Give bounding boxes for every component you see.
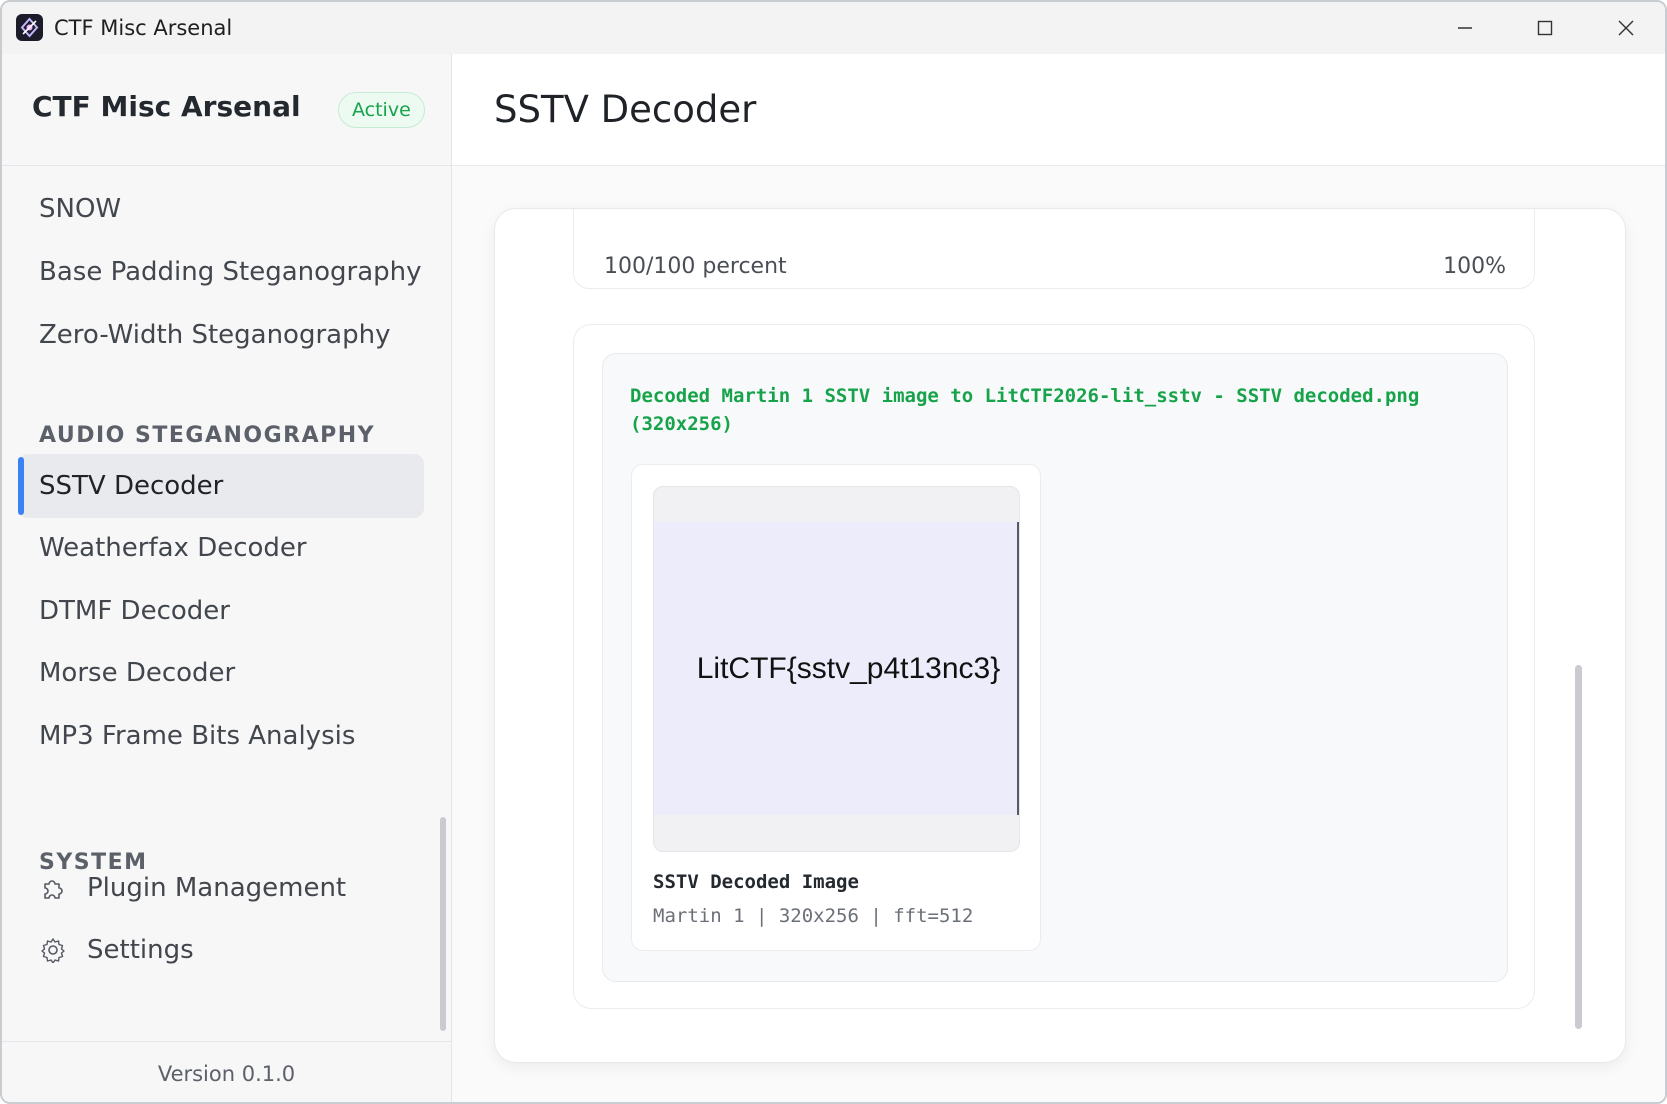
sidebar-item-mp3-frame-bits[interactable]: MP3 Frame Bits Analysis (18, 704, 424, 768)
sidebar-item-label: Plugin Management (87, 873, 347, 903)
sidebar-item-dtmf-decoder[interactable]: DTMF Decoder (18, 579, 424, 643)
decoded-flag-text: LitCTF{sstv_p4t13nc3} (696, 651, 1001, 685)
sidebar-item-sstv-decoder[interactable]: SSTV Decoder (18, 454, 424, 518)
close-icon (1618, 20, 1634, 36)
panel-scrollbar[interactable] (1575, 665, 1582, 1029)
sidebar-item-label: DTMF Decoder (39, 596, 230, 626)
sidebar-item-label: SSTV Decoder (39, 471, 224, 501)
sidebar-header: CTF Misc Arsenal Active (2, 54, 451, 166)
close-button[interactable] (1586, 2, 1665, 54)
decoder-panel: 100/100 percent 100% Decoded Martin 1 SS… (494, 208, 1626, 1063)
sidebar-scrollbar[interactable] (440, 817, 446, 1031)
brand-title: CTF Misc Arsenal (32, 90, 301, 123)
app-logo-icon (16, 14, 43, 41)
version-text: Version 0.1.0 (157, 1062, 296, 1086)
output-box: Decoded Martin 1 SSTV image to LitCTF202… (602, 353, 1508, 982)
image-preview-frame: LitCTF{sstv_p4t13nc3} (653, 486, 1020, 852)
sidebar-item-label: SNOW (39, 194, 122, 224)
puzzle-icon (39, 874, 67, 902)
image-metadata: Martin 1 | 320x256 | fft=512 (653, 905, 974, 927)
decode-status-message: Decoded Martin 1 SSTV image to LitCTF202… (630, 385, 1420, 435)
maximize-button[interactable] (1505, 2, 1585, 54)
sidebar-item-label: Weatherfax Decoder (39, 533, 307, 563)
sidebar-item-label: Zero-Width Steganography (39, 320, 391, 350)
title-bar[interactable]: CTF Misc Arsenal (2, 2, 1665, 54)
sidebar-item-label: MP3 Frame Bits Analysis (39, 721, 356, 751)
app-window: CTF Misc Arsenal CTF Misc Arsenal Active… (0, 0, 1667, 1104)
progress-percent: 100% (1443, 254, 1506, 279)
maximize-icon (1537, 20, 1553, 36)
decoded-image-card[interactable]: LitCTF{sstv_p4t13nc3} SSTV Decoded Image… (631, 464, 1041, 951)
sidebar-item-plugin-management[interactable]: Plugin Management (18, 856, 424, 920)
main-content: SSTV Decoder 100/100 percent 100% Decode… (452, 54, 1665, 1102)
sidebar-item-label: Morse Decoder (39, 658, 236, 688)
progress-card: 100/100 percent 100% (573, 209, 1535, 289)
version-label: Version 0.1.0 (2, 1041, 451, 1102)
progress-label: 100/100 percent (604, 254, 787, 279)
sidebar-item-snow[interactable]: SNOW (18, 177, 424, 241)
image-caption: SSTV Decoded Image (653, 871, 859, 893)
decoded-image[interactable]: LitCTF{sstv_p4t13nc3} (654, 522, 1019, 815)
sidebar-item-zero-width[interactable]: Zero-Width Steganography (18, 303, 424, 367)
sidebar-item-label: Settings (87, 935, 194, 965)
status-badge: Active (338, 92, 425, 128)
section-audio-steganography: AUDIO STEGANOGRAPHY (39, 423, 376, 448)
sidebar-item-label: Base Padding Steganography (39, 257, 422, 287)
sidebar-item-morse-decoder[interactable]: Morse Decoder (18, 641, 424, 705)
gear-icon (39, 936, 67, 964)
sidebar: CTF Misc Arsenal Active SNOW Base Paddin… (2, 54, 452, 1102)
window-title: CTF Misc Arsenal (54, 16, 233, 40)
sidebar-item-settings[interactable]: Settings (18, 918, 424, 982)
main-header: SSTV Decoder (452, 54, 1665, 166)
sidebar-item-base-padding[interactable]: Base Padding Steganography (18, 240, 424, 304)
result-card: Decoded Martin 1 SSTV image to LitCTF202… (573, 324, 1535, 1009)
page-title: SSTV Decoder (494, 88, 757, 131)
minimize-button[interactable] (1425, 2, 1505, 54)
minimize-icon (1458, 27, 1472, 29)
sidebar-item-weatherfax-decoder[interactable]: Weatherfax Decoder (18, 516, 424, 580)
